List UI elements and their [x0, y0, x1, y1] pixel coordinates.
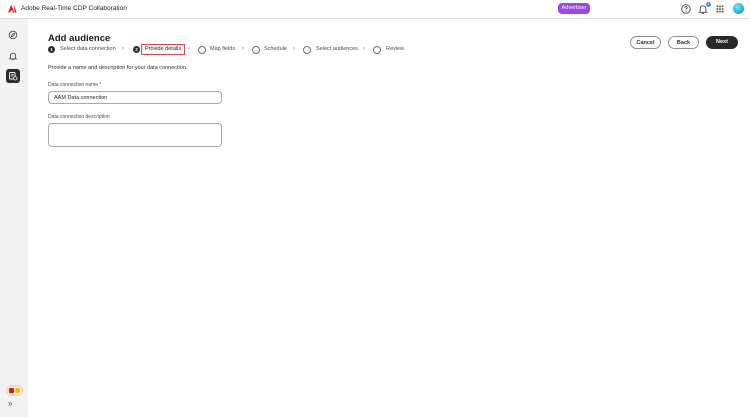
step-select-data-connection[interactable]: Select data connection [60, 45, 116, 54]
expand-sidebar-icon[interactable]: » [8, 400, 12, 408]
bell-outline-icon [8, 52, 18, 61]
user-avatar[interactable] [733, 3, 744, 14]
step-review[interactable]: Review [386, 45, 404, 54]
step-3-circle [198, 46, 206, 54]
chevron-right-icon: › [242, 46, 244, 52]
step-provide-details[interactable]: Provide details [140, 44, 186, 55]
data-connection-name-input[interactable] [48, 91, 222, 104]
form-description: Provide a name and description for your … [48, 65, 188, 71]
role-badge[interactable]: Advertiser [558, 3, 590, 14]
top-bar: Adobe Real-Time CDP Collaboration Advert… [0, 0, 750, 19]
app-title: Adobe Real-Time CDP Collaboration [21, 5, 127, 12]
back-button[interactable]: Back [668, 36, 699, 49]
required-mark: * [99, 82, 102, 88]
name-field-label: Data connection name * [48, 82, 101, 89]
app-grid-icon[interactable] [714, 3, 726, 15]
left-nav: » [0, 19, 27, 417]
next-button[interactable]: Next [706, 36, 738, 49]
step-1-number: 1 [48, 46, 55, 53]
help-icon[interactable] [680, 3, 692, 15]
step-5-circle [303, 46, 311, 54]
adobe-logo-icon [8, 4, 17, 13]
nav-item-notifications[interactable] [6, 49, 20, 63]
chevron-right-icon: › [293, 46, 295, 52]
page-title: Add audience [48, 33, 111, 44]
cancel-button[interactable]: Cancel [630, 36, 661, 49]
chevron-right-icon: › [363, 46, 365, 52]
notification-count-badge: 1 [706, 2, 711, 7]
main-content [28, 19, 750, 417]
step-map-fields[interactable]: Map fields [210, 45, 235, 54]
data-connections-icon [9, 72, 18, 81]
step-schedule[interactable]: Schedule [264, 45, 287, 54]
compass-icon [8, 30, 18, 40]
step-4-circle [252, 46, 260, 54]
name-field-label-text: Data connection name [48, 82, 99, 88]
app-tray-icon[interactable] [6, 385, 23, 396]
step-2-number: 2 [133, 46, 140, 53]
chevron-right-icon: › [122, 46, 124, 52]
step-select-audiences[interactable]: Select audiences [316, 45, 358, 54]
chevron-right-icon: › [188, 46, 190, 52]
nav-item-data-connections[interactable] [6, 69, 20, 83]
step-6-circle [373, 46, 381, 54]
nav-item-explore[interactable] [6, 28, 20, 42]
description-field-label: Data connection description [48, 114, 110, 120]
data-connection-description-textarea[interactable] [48, 123, 222, 147]
